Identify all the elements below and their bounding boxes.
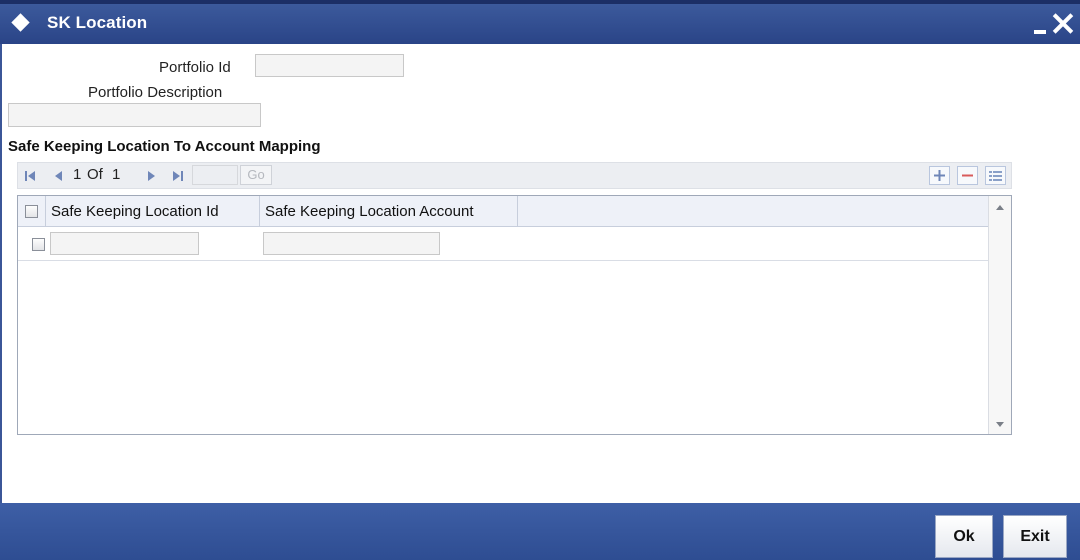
next-page-icon[interactable] (143, 168, 159, 184)
current-page: 1 (73, 166, 82, 183)
row-checkbox[interactable] (32, 238, 45, 251)
page-number-input[interactable] (192, 165, 238, 185)
vertical-scrollbar[interactable] (988, 196, 1011, 434)
title-bar[interactable]: SK Location (0, 0, 1080, 44)
exit-button[interactable]: Exit (1003, 515, 1067, 558)
portfolio-id-label: Portfolio Id (159, 59, 231, 76)
mapping-grid: Safe Keeping Location Id Safe Keeping Lo… (17, 195, 1012, 435)
column-header-location-id[interactable]: Safe Keeping Location Id (51, 203, 219, 220)
portfolio-description-input[interactable] (8, 103, 261, 127)
column-divider (259, 196, 260, 227)
portfolio-description-label: Portfolio Description (88, 84, 223, 101)
ok-button[interactable]: Ok (935, 515, 993, 558)
sk-location-window: SK Location Portfolio Id Portfolio Descr… (0, 0, 1080, 560)
grid-toolbar: 1 Of 1 Go (17, 162, 1012, 189)
delete-row-button[interactable] (957, 166, 978, 185)
window-title: SK Location (47, 13, 148, 32)
column-divider (45, 196, 46, 227)
section-title: Safe Keeping Location To Account Mapping (8, 138, 321, 155)
scroll-down-icon[interactable] (996, 422, 1004, 427)
window-border (0, 44, 2, 503)
portfolio-id-input[interactable] (255, 54, 404, 77)
select-all-checkbox[interactable] (25, 205, 38, 218)
location-account-input[interactable] (263, 232, 440, 255)
column-header-location-account[interactable]: Safe Keeping Location Account (265, 203, 474, 220)
footer-bar: Ok Exit (0, 503, 1080, 560)
minimize-icon[interactable] (1034, 30, 1046, 34)
diamond-icon (11, 13, 30, 32)
column-divider (517, 196, 518, 227)
location-id-input[interactable] (50, 232, 199, 255)
add-row-button[interactable] (929, 166, 950, 185)
close-icon[interactable] (1052, 12, 1074, 34)
previous-page-icon[interactable] (51, 168, 67, 184)
grid-header: Safe Keeping Location Id Safe Keeping Lo… (18, 196, 988, 227)
single-view-button[interactable] (985, 166, 1006, 185)
scroll-up-icon[interactable] (996, 205, 1004, 210)
first-page-icon[interactable] (23, 168, 39, 184)
of-label: Of (87, 166, 103, 183)
go-button[interactable]: Go (240, 165, 272, 185)
last-page-icon[interactable] (169, 168, 185, 184)
row-divider (18, 260, 988, 261)
total-pages: 1 (112, 166, 121, 183)
